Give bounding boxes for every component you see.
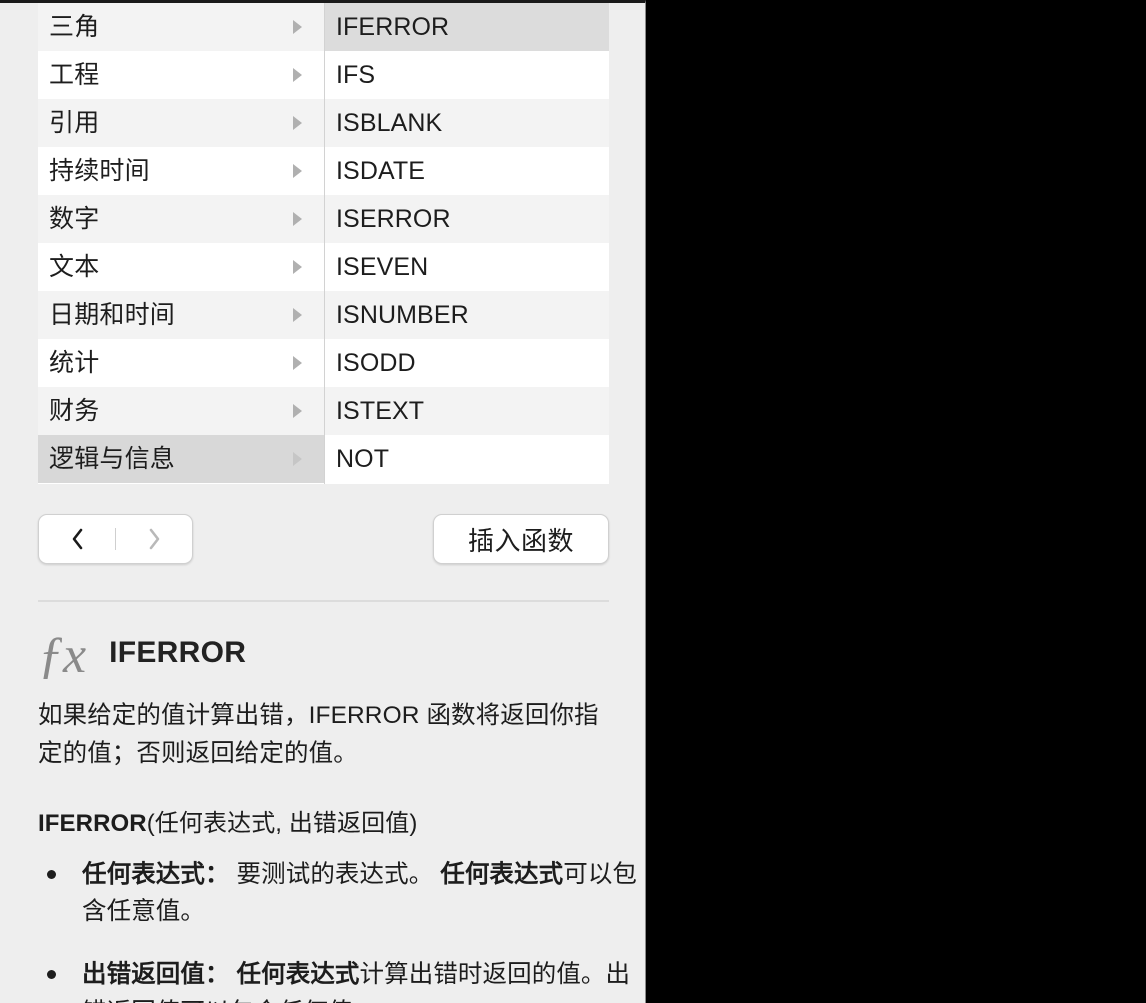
forward-button[interactable] — [116, 515, 192, 563]
section-divider — [38, 600, 609, 602]
fx-icon: ƒx — [38, 627, 86, 684]
function-label: ISDATE — [336, 156, 426, 185]
function-row[interactable]: ISEVEN — [325, 243, 609, 291]
category-row[interactable]: 财务 — [38, 387, 324, 435]
function-row[interactable]: ISDATE — [325, 147, 609, 195]
argument-text-before: 要测试的表达式。 — [229, 860, 441, 888]
function-label: ISODD — [336, 348, 416, 377]
function-row[interactable]: NOT — [325, 435, 609, 483]
function-row[interactable]: IFS — [325, 51, 609, 99]
argument-emphasis: 任何表达式 — [236, 961, 360, 989]
syntax-function-name: IFERROR — [38, 809, 147, 837]
category-row-selected[interactable]: 逻辑与信息 — [38, 435, 324, 483]
back-button[interactable] — [39, 515, 115, 563]
function-categories-column[interactable]: 三角 工程 引用 持续时间 数字 文本 日期和时间 统计 财务 逻辑与信息 — [38, 3, 325, 484]
syntax-parameters: (任何表达式, 出错返回值) — [146, 809, 418, 837]
argument-term: 任何表达式： — [82, 860, 230, 888]
argument-item: 任何表达式： 要测试的表达式。 任何表达式可以包含任意值。 — [38, 856, 638, 930]
category-label: 财务 — [49, 396, 100, 425]
argument-list: 任何表达式： 要测试的表达式。 任何表达式可以包含任意值。 出错返回值： 任何表… — [38, 856, 637, 1003]
function-label: IFERROR — [336, 12, 450, 41]
function-label: NOT — [336, 444, 390, 473]
submenu-arrow-icon — [293, 164, 302, 178]
function-label: ISTEXT — [336, 396, 425, 425]
function-row[interactable]: ISNUMBER — [325, 291, 609, 339]
category-label: 统计 — [49, 348, 100, 377]
function-detail: ƒx IFERROR 如果给定的值计算出错，IFERROR 函数将返回你指定的值… — [38, 620, 637, 1003]
function-row[interactable]: ISERROR — [325, 195, 609, 243]
argument-emphasis: 任何表达式 — [440, 860, 564, 888]
function-row[interactable]: ISBLANK — [325, 99, 609, 147]
category-label: 工程 — [49, 60, 100, 89]
function-description: 如果给定的值计算出错，IFERROR 函数将返回你指定的值；否则返回给定的值。 — [38, 702, 599, 767]
function-label: ISERROR — [336, 204, 451, 233]
category-label: 逻辑与信息 — [49, 444, 176, 473]
category-row[interactable]: 持续时间 — [38, 147, 324, 195]
function-row[interactable]: ISODD — [325, 339, 609, 387]
category-row[interactable]: 文本 — [38, 243, 324, 291]
submenu-arrow-icon — [293, 116, 302, 130]
function-browser-panel: 三角 工程 引用 持续时间 数字 文本 日期和时间 统计 财务 逻辑与信息 IF… — [0, 0, 646, 1003]
insert-function-button[interactable]: 插入函数 — [433, 514, 609, 564]
submenu-arrow-icon — [293, 260, 302, 274]
category-row[interactable]: 工程 — [38, 51, 324, 99]
category-row[interactable]: 三角 — [38, 3, 324, 51]
submenu-arrow-icon — [293, 308, 302, 322]
function-label: ISNUMBER — [336, 300, 469, 329]
submenu-arrow-icon — [293, 404, 302, 418]
history-navigation-segmented-control[interactable] — [38, 514, 193, 564]
function-label: IFS — [336, 60, 376, 89]
category-label: 文本 — [49, 252, 100, 281]
argument-item: 出错返回值： 任何表达式计算出错时返回的值。出错返回值可以包含任何值。 — [38, 956, 638, 1003]
screen-root: 三角 工程 引用 持续时间 数字 文本 日期和时间 统计 财务 逻辑与信息 IF… — [0, 0, 1146, 1003]
category-label: 三角 — [49, 12, 100, 41]
category-label: 持续时间 — [49, 156, 150, 185]
browser-controls: 插入函数 — [38, 514, 609, 564]
function-syntax: IFERROR(任何表达式, 出错返回值) — [38, 803, 609, 838]
category-label: 日期和时间 — [49, 300, 176, 329]
category-row[interactable]: 日期和时间 — [38, 291, 324, 339]
function-browser: 三角 工程 引用 持续时间 数字 文本 日期和时间 统计 财务 逻辑与信息 IF… — [38, 3, 609, 484]
category-label: 引用 — [49, 108, 100, 137]
function-detail-header: ƒx IFERROR — [38, 620, 609, 682]
argument-term: 出错返回值： — [82, 961, 230, 989]
submenu-arrow-icon — [293, 68, 302, 82]
argument-text-before — [230, 961, 237, 988]
function-list-column[interactable]: IFERROR IFS ISBLANK ISDATE ISERROR ISEVE… — [325, 3, 609, 484]
submenu-arrow-icon — [293, 212, 302, 226]
chevron-right-icon — [149, 528, 159, 550]
function-row[interactable]: ISTEXT — [325, 387, 609, 435]
function-detail-title: IFERROR — [109, 636, 247, 669]
submenu-arrow-icon — [293, 20, 302, 34]
category-label: 数字 — [49, 204, 100, 233]
function-row-selected[interactable]: IFERROR — [325, 3, 609, 51]
function-label: ISBLANK — [336, 108, 443, 137]
submenu-arrow-icon — [293, 356, 302, 370]
category-row[interactable]: 统计 — [38, 339, 324, 387]
category-row[interactable]: 数字 — [38, 195, 324, 243]
submenu-arrow-icon — [293, 452, 302, 466]
category-row[interactable]: 引用 — [38, 99, 324, 147]
function-label: ISEVEN — [336, 252, 429, 281]
chevron-left-icon — [72, 528, 82, 550]
